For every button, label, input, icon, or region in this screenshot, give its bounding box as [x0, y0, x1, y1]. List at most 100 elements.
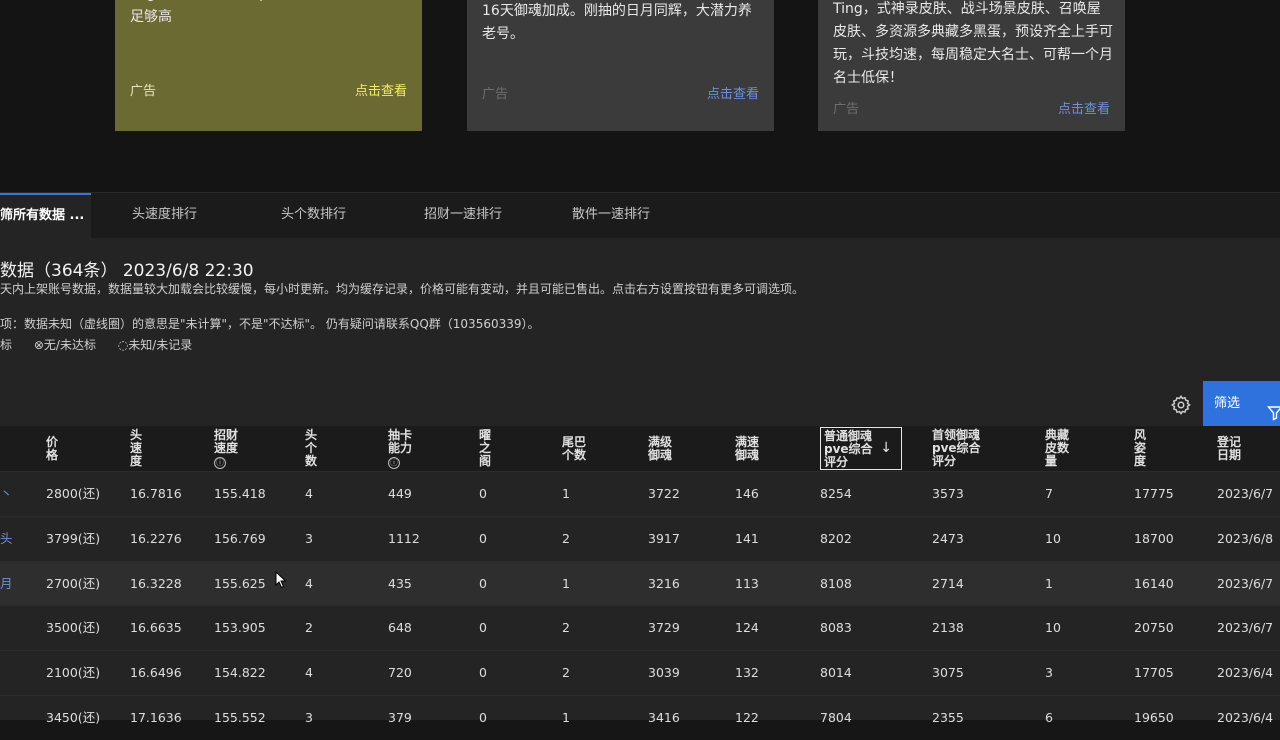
column-header[interactable]: 满级 御魂	[648, 436, 672, 462]
table-row[interactable]: 月 2700(还) 16.3228 155.625 4 435 0 1 3216 113 8108 2…	[0, 560, 1280, 606]
data-info-panel: 数据（364条） 2023/6/8 22:30 天内上架账号数据，数据量较大加载…	[0, 238, 1280, 426]
column-header[interactable]: ↓ 普通御魂 pve综合 评分	[820, 427, 902, 470]
table-cell: 113	[735, 575, 759, 591]
table-cell: 0	[479, 710, 487, 725]
ad-card[interactable]: 17.453箍头+17.21箍，曜之间，星海院，16天御魂加成。刚抽的日月同辉，…	[467, 0, 774, 131]
table-cell: 3416	[648, 710, 680, 725]
column-header[interactable]: 价格	[46, 436, 58, 462]
column-header-line: 御魂	[648, 448, 673, 462]
table-cell: 1	[562, 575, 570, 591]
table-cell: 0	[479, 620, 487, 636]
table-cell: 3075	[932, 665, 964, 681]
column-header[interactable]: 曜之阁	[479, 429, 491, 468]
column-header-line: 速度	[214, 441, 239, 455]
column-header[interactable]: 登记 日期	[1217, 436, 1241, 462]
table-cell: 720	[388, 665, 412, 681]
ad-view-link[interactable]: 点击查看	[1058, 98, 1110, 117]
info-note: 项：数据未知（虚线圈）的意思是"未计算"，不是"不达标"。 仍有疑问请联系QQ群…	[0, 317, 540, 331]
column-header[interactable]: 头速度	[130, 429, 142, 468]
legend-met: 标	[0, 338, 13, 352]
table-cell: 3	[1045, 665, 1053, 681]
gear-icon[interactable]	[1170, 394, 1192, 416]
ad-card[interactable]: cbg 号 v: 493800(q同号）只要号给力 预算足够高 广告 点击查看	[115, 0, 422, 131]
table-cell: 132	[735, 665, 759, 681]
table-cell: 155.552	[214, 710, 266, 725]
table-row[interactable]: 3450(还) 17.1636 155.552 3 379 0 1 3416 122 7804 23…	[0, 695, 1280, 740]
page-title: 数据（364条） 2023/6/8 22:30	[0, 261, 254, 281]
info-icon[interactable]: ⓘ	[214, 457, 226, 469]
ad-label: 广告	[482, 87, 509, 102]
info-icon[interactable]: ⓘ	[388, 457, 400, 469]
table-cell: 3573	[932, 486, 964, 501]
column-header-line: 日期	[1217, 448, 1242, 462]
table-cell: 2023/6/8	[1217, 530, 1274, 546]
table-cell: 1112	[388, 530, 420, 546]
table-cell: 16.3228	[130, 575, 182, 591]
table-cell: 17705	[1134, 665, 1174, 681]
column-header[interactable]: 满速 御魂	[735, 436, 759, 462]
column-header[interactable]: 风姿度	[1134, 429, 1146, 468]
table-header: 价格头速度招财 速度 ⓘ 头个数抽卡 能力 ⓘ 曜之阁尾巴 个数 满级 御魂 满速 御魂 ↓ 普通御魂 pv…	[0, 426, 1280, 471]
table-cell: 2023/6/4	[1217, 665, 1274, 681]
table-cell: 17.1636	[130, 710, 182, 725]
column-header[interactable]: 尾巴 个数	[562, 436, 586, 462]
table-cell: 153.905	[214, 620, 266, 636]
tab-zhaocai-speed[interactable]: 招财一速排行	[424, 193, 502, 239]
table-cell: 2700(还)	[46, 575, 101, 591]
column-header[interactable]: 招财 速度 ⓘ	[214, 429, 238, 469]
table-row[interactable]: 2100(还) 16.6496 154.822 4 720 0 2 3039 132 8014 30…	[0, 650, 1280, 695]
table-cell: 2100(还)	[46, 665, 101, 681]
table-cell: 449	[388, 486, 412, 501]
ad-label: 广告	[833, 102, 860, 117]
table-cell: 2	[562, 620, 570, 636]
ad-view-link[interactable]: 点击查看	[707, 83, 759, 102]
table-cell: 155.625	[214, 575, 266, 591]
table-cell: 3	[305, 530, 313, 546]
table-cell: 8108	[820, 575, 852, 591]
account-name-link[interactable]: 月	[0, 562, 13, 606]
legend-unknown: ◌未知/未记录	[117, 338, 193, 352]
table-cell: 3216	[648, 575, 680, 591]
tab-head-speed[interactable]: 头速度排行	[132, 193, 197, 239]
column-header[interactable]: 首领御魂 pve综合 评分	[932, 429, 981, 468]
account-name-link[interactable]: 头	[0, 517, 13, 561]
column-header-line: 数	[305, 454, 318, 468]
tab-head-count[interactable]: 头个数排行	[281, 193, 346, 239]
ad-card[interactable]: Ting，式神录皮肤、战斗场景皮肤、召唤屋皮肤、多资源多典藏多黑蛋，预设齐全上手…	[818, 0, 1125, 131]
column-header-line: 御魂	[735, 448, 760, 462]
table-row[interactable]: 头 3799(还) 16.2276 156.769 3 1112 0 2 3917 141 8202…	[0, 515, 1280, 561]
table-cell: 8014	[820, 665, 852, 681]
sort-desc-icon[interactable]: ↓	[880, 441, 892, 455]
table-cell: 2023/6/7	[1217, 486, 1274, 501]
column-header-line: 评分	[932, 454, 957, 468]
table-cell: 2138	[932, 620, 964, 636]
table-row[interactable]: 丶 2800(还) 16.7816 155.418 4 449 0 1 3722 146 8254 3…	[0, 471, 1280, 516]
table-cell: 3729	[648, 620, 680, 636]
table-row[interactable]: 3500(还) 16.6635 153.905 2 648 0 2 3729 124 8083 21…	[0, 605, 1280, 650]
column-header[interactable]: 典藏 皮数量	[1045, 429, 1069, 468]
column-header-icon-line: ⓘ	[388, 455, 412, 469]
ad-section: cbg 号 v: 493800(q同号）只要号给力 预算足够高 广告 点击查看 …	[0, 0, 1280, 192]
table-cell: 10	[1045, 620, 1061, 636]
table-cell: 2	[562, 530, 570, 546]
column-header[interactable]: 头个数	[305, 429, 317, 468]
table-cell: 8202	[820, 530, 852, 546]
column-header-line: 能力	[388, 441, 413, 455]
ad-label: 广告	[130, 84, 157, 99]
tab-loose-speed[interactable]: 散件一速排行	[572, 193, 650, 239]
table-cell: 0	[479, 530, 487, 546]
ad-view-link[interactable]: 点击查看	[355, 80, 407, 99]
filter-button[interactable]: 筛选	[1203, 381, 1280, 426]
table-cell: 122	[735, 710, 759, 725]
table-cell: 3500(还)	[46, 620, 101, 636]
table-cell: 0	[479, 486, 487, 501]
column-header[interactable]: 抽卡 能力 ⓘ	[388, 429, 412, 469]
column-header-line: 个数	[562, 448, 587, 462]
account-name-link[interactable]: 丶	[0, 472, 13, 516]
table-cell: 0	[479, 575, 487, 591]
table-cell: 10	[1045, 530, 1061, 546]
tab-all-data[interactable]: 筛所有数据 ...	[0, 193, 91, 241]
table-cell: 141	[735, 530, 759, 546]
table-cell: 4	[305, 486, 313, 501]
table-cell: 16.2276	[130, 530, 182, 546]
